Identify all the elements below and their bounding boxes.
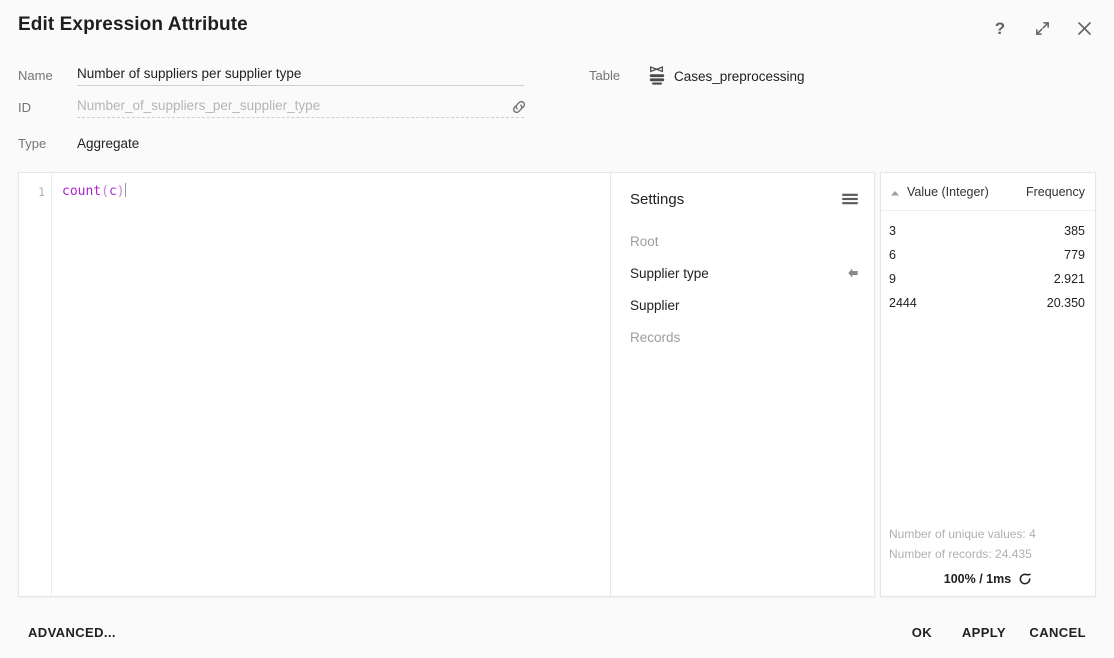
cell-value: 3: [889, 224, 1064, 238]
token-function: count: [62, 184, 101, 199]
column-header-frequency[interactable]: Frequency: [1026, 185, 1085, 199]
cell-value: 9: [889, 272, 1054, 286]
dialog-titlebar: Edit Expression Attribute ?: [0, 0, 1114, 52]
edit-expression-attribute-dialog: Edit Expression Attribute ?: [0, 0, 1114, 658]
table-row[interactable]: 9 2.921: [881, 267, 1095, 291]
sort-ascending-icon[interactable]: [889, 186, 901, 198]
cell-frequency: 385: [1064, 224, 1085, 238]
results-header-row: Value (Integer) Frequency: [881, 173, 1095, 211]
settings-title: Settings: [630, 191, 684, 208]
dialog-footer: ADVANCED... OK APPLY CANCEL: [0, 606, 1114, 658]
unique-values-stat: Number of unique values: 4: [881, 524, 1095, 544]
cell-frequency: 20.350: [1047, 296, 1085, 310]
settings-item-label: Supplier type: [630, 266, 709, 281]
cell-frequency: 2.921: [1054, 272, 1085, 286]
editor-code-area[interactable]: count(c): [52, 173, 610, 596]
expression-main-panel: 1 count(c) Settings Root: [18, 172, 875, 597]
arrow-left-icon[interactable]: [845, 265, 861, 281]
results-body: 3 385 6 779 9 2.921 2444 20.350: [881, 211, 1095, 524]
page-title: Edit Expression Attribute: [18, 14, 248, 36]
timing-text: 100% / 1ms: [944, 572, 1011, 586]
type-value[interactable]: Aggregate: [77, 136, 139, 151]
refresh-icon[interactable]: [1018, 572, 1032, 586]
attribute-meta-form: Name ID Type Aggregate Table Ca: [0, 58, 1114, 168]
titlebar-actions: ?: [984, 12, 1100, 44]
settings-item-records[interactable]: Records: [611, 321, 874, 353]
type-label: Type: [18, 136, 46, 151]
id-label: ID: [18, 100, 31, 115]
cell-value: 6: [889, 248, 1064, 262]
join-table-icon: [648, 66, 666, 86]
settings-item-root[interactable]: Root: [611, 225, 874, 257]
line-number: 1: [19, 183, 51, 201]
text-caret: [125, 183, 126, 197]
settings-header: Settings: [630, 189, 860, 209]
settings-item-label: Root: [630, 234, 659, 249]
settings-list: Root Supplier type Supplier Records: [611, 225, 874, 353]
table-selector[interactable]: Cases_preprocessing: [648, 66, 805, 86]
expression-editor[interactable]: 1 count(c): [19, 173, 611, 596]
link-icon[interactable]: [510, 98, 528, 116]
apply-button[interactable]: APPLY: [956, 618, 1012, 646]
results-footer: Number of unique values: 4 Number of rec…: [881, 524, 1095, 596]
help-icon: ?: [995, 20, 1005, 37]
table-name: Cases_preprocessing: [674, 69, 805, 84]
token-argument: c: [109, 184, 117, 199]
settings-item-label: Supplier: [630, 298, 680, 313]
token-close-paren: ): [117, 184, 125, 199]
settings-panel: Settings Root Supplier type: [611, 173, 874, 596]
column-header-value[interactable]: Value (Integer): [907, 185, 1026, 199]
advanced-button[interactable]: ADVANCED...: [22, 618, 122, 646]
settings-item-label: Records: [630, 330, 680, 345]
help-button[interactable]: ?: [984, 12, 1016, 44]
code-line: count(c): [62, 183, 610, 201]
table-label: Table: [589, 68, 620, 83]
expand-button[interactable]: [1026, 12, 1058, 44]
table-row[interactable]: 3 385: [881, 219, 1095, 243]
value-frequency-panel: Value (Integer) Frequency 3 385 6 779 9 …: [880, 172, 1096, 597]
close-icon: [1075, 19, 1094, 38]
hamburger-menu-icon[interactable]: [840, 189, 860, 209]
ok-button[interactable]: OK: [906, 618, 938, 646]
records-stat: Number of records: 24.435: [881, 544, 1095, 564]
expand-icon: [1034, 20, 1051, 37]
table-row[interactable]: 6 779: [881, 243, 1095, 267]
id-input[interactable]: [77, 98, 524, 118]
token-open-paren: (: [101, 184, 109, 199]
close-button[interactable]: [1068, 12, 1100, 44]
cell-value: 2444: [889, 296, 1047, 310]
cancel-button[interactable]: CANCEL: [1023, 618, 1092, 646]
settings-item-supplier-type[interactable]: Supplier type: [611, 257, 874, 289]
cell-frequency: 779: [1064, 248, 1085, 262]
name-label: Name: [18, 68, 53, 83]
table-row[interactable]: 2444 20.350: [881, 291, 1095, 315]
timing-row: 100% / 1ms: [881, 572, 1095, 586]
settings-item-supplier[interactable]: Supplier: [611, 289, 874, 321]
editor-gutter: 1: [19, 173, 52, 596]
name-input[interactable]: [77, 66, 524, 86]
